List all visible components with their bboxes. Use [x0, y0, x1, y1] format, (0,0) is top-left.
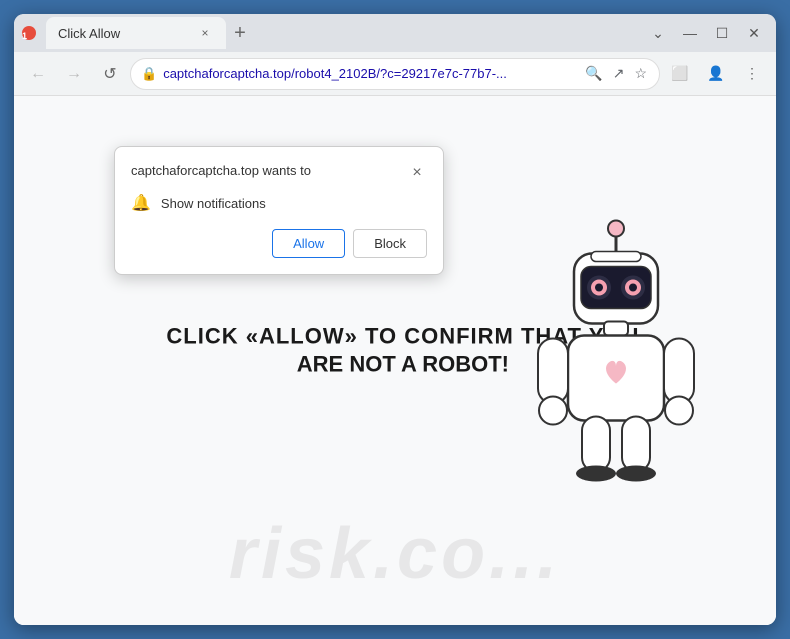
robot-illustration: [516, 218, 716, 503]
watermark-text: risk.co...: [229, 513, 561, 595]
tab-bar: Click Allow × +: [46, 17, 638, 49]
browser-window: 1 Click Allow × + ⌄ — ☐ ✕ ← → ↺ 🔒 captch…: [14, 14, 776, 625]
title-bar: 1 Click Allow × + ⌄ — ☐ ✕: [14, 14, 776, 52]
new-tab-button[interactable]: +: [226, 19, 254, 47]
tab-close-button[interactable]: ×: [196, 24, 214, 42]
maximize-button[interactable]: ☐: [708, 19, 736, 47]
account-button[interactable]: 👤: [700, 58, 732, 90]
popup-header: captchaforcaptcha.top wants to ×: [131, 163, 427, 183]
tab-favicon: 1: [22, 26, 36, 40]
url-text: captchaforcaptcha.top/robot4_2102B/?c=29…: [163, 66, 577, 81]
notification-label: Show notifications: [161, 196, 266, 211]
bookmark-icon[interactable]: ☆: [632, 63, 649, 84]
robot-svg: [516, 218, 716, 498]
share-icon[interactable]: ↗: [611, 63, 627, 84]
block-button[interactable]: Block: [353, 229, 427, 258]
close-button[interactable]: ✕: [740, 19, 768, 47]
address-bar-icons: 🔍 ↗ ☆: [583, 63, 649, 84]
menu-button[interactable]: ⋮: [736, 58, 768, 90]
page-background: risk.co... CLICK «ALLOW» TO CONFIRM THAT…: [14, 96, 776, 625]
notification-popup: captchaforcaptcha.top wants to × 🔔 Show …: [114, 146, 444, 275]
minimize-button[interactable]: —: [676, 19, 704, 47]
back-button[interactable]: ←: [22, 58, 54, 90]
forward-button[interactable]: →: [58, 58, 90, 90]
bell-icon: 🔔: [131, 193, 151, 213]
nav-bar: ← → ↺ 🔒 captchaforcaptcha.top/robot4_210…: [14, 52, 776, 96]
refresh-button[interactable]: ↺: [94, 58, 126, 90]
popup-title: captchaforcaptcha.top wants to: [131, 163, 407, 178]
active-tab[interactable]: Click Allow ×: [46, 17, 226, 49]
address-bar[interactable]: 🔒 captchaforcaptcha.top/robot4_2102B/?c=…: [130, 58, 660, 90]
popup-buttons: Allow Block: [131, 229, 427, 258]
tab-label: Click Allow: [58, 26, 120, 41]
allow-button[interactable]: Allow: [272, 229, 345, 258]
search-icon[interactable]: 🔍: [583, 63, 604, 84]
chevron-up-button[interactable]: ⌄: [644, 19, 672, 47]
traffic-lights: 1: [22, 26, 36, 40]
lock-icon: 🔒: [141, 66, 157, 82]
window-controls: ⌄ — ☐ ✕: [644, 19, 768, 47]
tablet-mode-button[interactable]: ⬜: [664, 58, 696, 90]
page-content: risk.co... CLICK «ALLOW» TO CONFIRM THAT…: [14, 96, 776, 625]
popup-close-button[interactable]: ×: [407, 163, 427, 183]
popup-notification-row: 🔔 Show notifications: [131, 193, 427, 213]
